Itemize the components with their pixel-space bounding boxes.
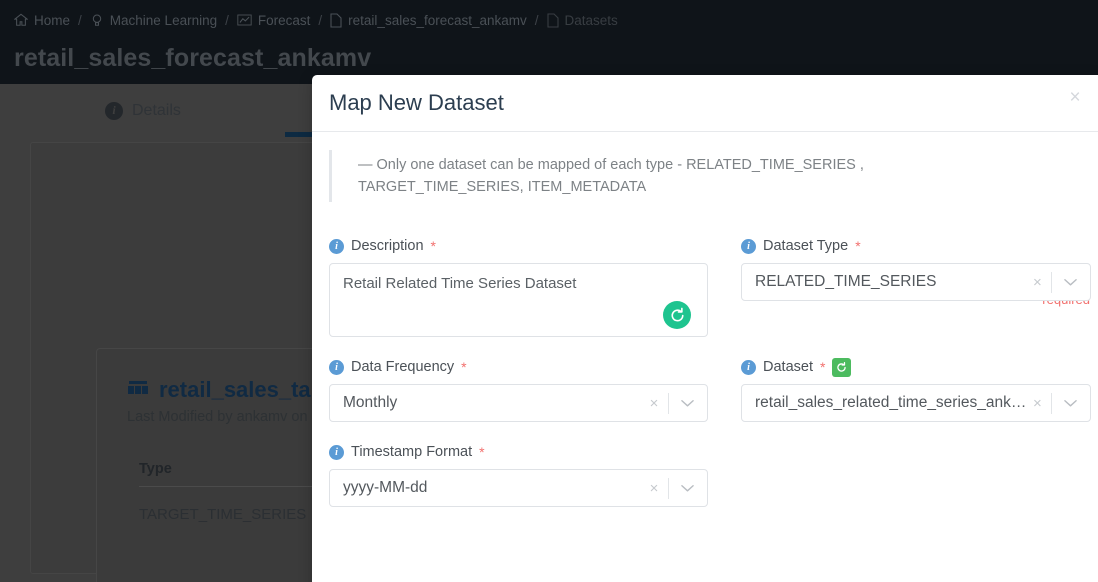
form-grid-spacer: [741, 442, 1091, 527]
form-grid: i Description * Retail Related Time Seri…: [329, 236, 1092, 527]
label-dataset: i Dataset *: [741, 357, 1091, 377]
divider: [668, 478, 669, 499]
field-dataset: i Dataset * retail_sales_related_time_se…: [741, 357, 1092, 422]
field-data-frequency: i Data Frequency * Monthly ×: [329, 357, 708, 422]
chevron-down-icon[interactable]: [672, 470, 702, 506]
clear-icon[interactable]: ×: [643, 385, 665, 421]
data-frequency-select[interactable]: Monthly ×: [329, 384, 708, 422]
field-label-text: Dataset Type: [763, 238, 849, 254]
field-label-text: Dataset: [763, 359, 813, 375]
dataset-select[interactable]: retail_sales_related_time_series_ank… ×: [741, 384, 1092, 422]
timestamp-format-select[interactable]: yyyy-MM-dd ×: [329, 469, 708, 507]
info-icon: i: [329, 238, 344, 254]
divider: [1051, 393, 1053, 414]
chevron-down-icon[interactable]: [1055, 264, 1085, 300]
chevron-down-icon[interactable]: [672, 385, 702, 421]
chevron-down-icon[interactable]: [1055, 385, 1085, 421]
dataset-type-select[interactable]: RELATED_TIME_SERIES ×: [741, 263, 1092, 301]
divider: [1051, 272, 1053, 293]
clear-icon[interactable]: ×: [1026, 385, 1048, 421]
modal-header: Map New Dataset ×: [312, 75, 1098, 132]
required-marker: *: [479, 444, 485, 460]
refresh-icon[interactable]: [832, 357, 852, 377]
info-icon: i: [741, 238, 756, 254]
clear-icon[interactable]: ×: [643, 470, 665, 506]
modal-title: Map New Dataset: [329, 90, 504, 115]
required-marker: *: [430, 238, 436, 254]
label-data-frequency: i Data Frequency *: [329, 357, 708, 377]
required-marker: *: [855, 238, 861, 254]
description-input[interactable]: Retail Related Time Series Dataset: [329, 263, 708, 337]
divider: [668, 393, 669, 414]
info-icon: i: [329, 444, 344, 460]
required-marker: *: [461, 359, 467, 375]
label-timestamp-format: i Timestamp Format *: [329, 442, 708, 462]
clear-icon[interactable]: ×: [1026, 264, 1048, 300]
description-value[interactable]: Retail Related Time Series Dataset: [330, 264, 707, 303]
field-label-text: Description: [351, 238, 424, 254]
label-dataset-type: i Dataset Type *: [741, 236, 1091, 256]
field-timestamp-format: i Timestamp Format * yyyy-MM-dd ×: [329, 442, 708, 507]
field-description: i Description * Retail Related Time Seri…: [329, 236, 708, 337]
field-label-text: Timestamp Format: [351, 444, 473, 460]
field-label-text: Data Frequency: [351, 359, 455, 375]
app-root: Home / Machine Learning / Forecast / ret…: [0, 0, 1098, 582]
info-icon: i: [741, 359, 756, 375]
refresh-icon[interactable]: [663, 301, 691, 329]
close-icon[interactable]: ×: [1062, 84, 1088, 110]
info-note: — Only one dataset can be mapped of each…: [329, 150, 929, 202]
info-icon: i: [329, 359, 344, 375]
field-dataset-type: i Dataset Type * RELATED_TIME_SERIES ×: [741, 236, 1092, 337]
modal-body: — Only one dataset can be mapped of each…: [312, 132, 1098, 527]
label-description: i Description *: [329, 236, 708, 256]
required-marker: *: [819, 359, 826, 375]
map-new-dataset-modal: Map New Dataset × — Only one dataset can…: [312, 75, 1098, 582]
